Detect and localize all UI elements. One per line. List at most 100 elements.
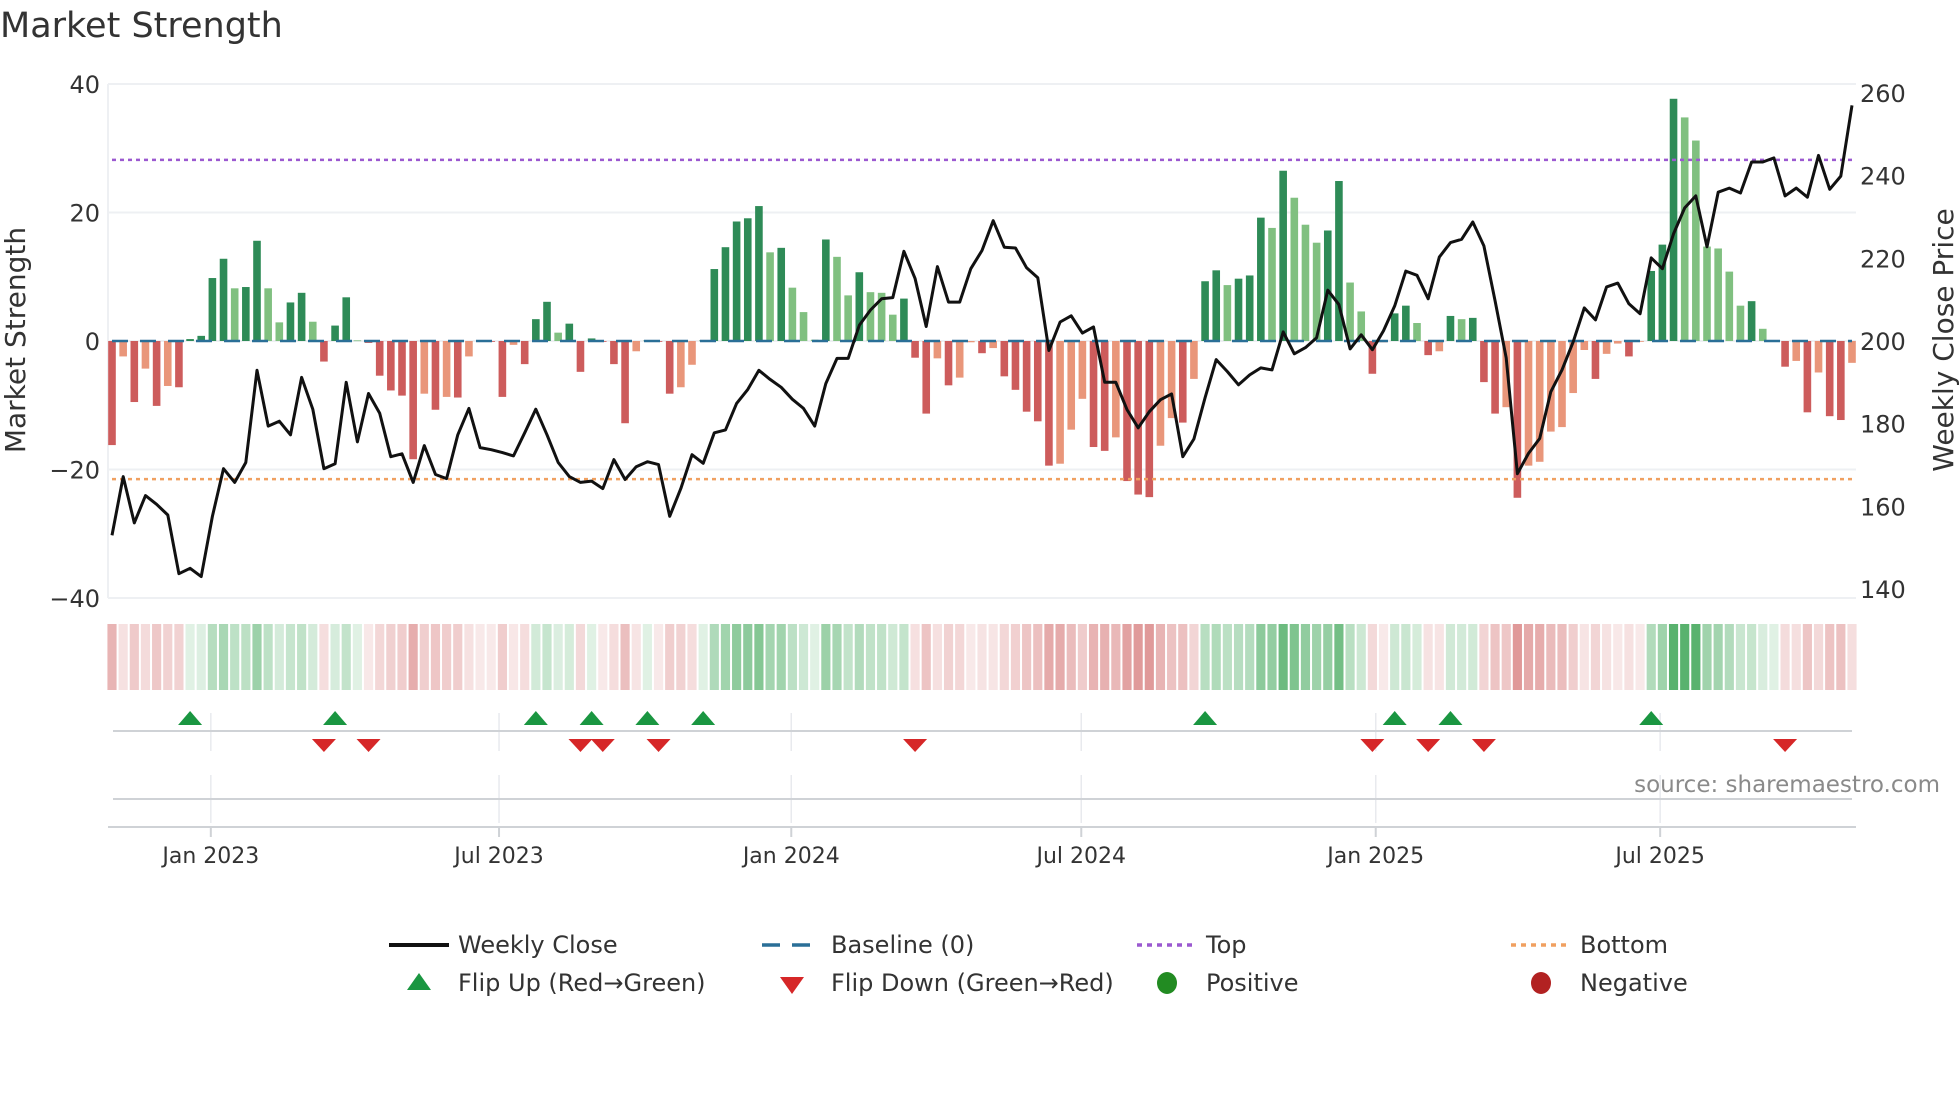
y-tick-label: 20 <box>69 200 100 228</box>
heatmap-cell <box>140 624 151 690</box>
strength-bar <box>108 341 116 446</box>
strength-bar <box>297 292 306 341</box>
strength-bar <box>1703 246 1711 341</box>
strength-bar <box>1089 341 1098 448</box>
strength-bar <box>119 341 127 357</box>
y-axis-title: Market Strength <box>0 227 32 453</box>
heatmap-cell <box>564 624 574 690</box>
strength-bar <box>230 288 239 341</box>
heatmap-cell <box>475 624 485 690</box>
strength-bar <box>1558 341 1566 428</box>
heatmap-cell <box>1512 624 1522 690</box>
strength-bar <box>253 240 261 341</box>
strength-bar <box>1078 341 1087 399</box>
heatmap-cell <box>1278 624 1288 690</box>
heatmap-cell <box>118 624 128 690</box>
strength-bar <box>375 341 384 376</box>
strength-bar <box>1814 341 1823 373</box>
heatmap-cell <box>553 624 563 690</box>
heatmap-cell <box>508 624 519 690</box>
heatmap-cell <box>1222 624 1232 690</box>
strength-bar <box>532 319 540 341</box>
y2-tick-label: 240 <box>1860 163 1906 191</box>
heatmap-cell <box>676 624 686 690</box>
strength-bar <box>1033 341 1042 422</box>
heatmap-cell <box>609 624 619 690</box>
heatmap-cell <box>1122 624 1132 690</box>
heatmap-cell <box>865 624 876 690</box>
y2-tick-label: 220 <box>1860 245 1906 273</box>
strength-bar <box>1245 275 1254 341</box>
heatmap-cell <box>932 624 942 690</box>
heatmap-cell <box>810 624 820 690</box>
heatmap-cell <box>1825 624 1835 690</box>
heatmap-cell <box>1133 624 1143 690</box>
heatmap-cell <box>241 624 251 690</box>
flip-up-marker <box>523 711 548 725</box>
strength-bar <box>1268 227 1276 341</box>
heatmap-cell <box>899 624 909 690</box>
heatmap-cell <box>1010 624 1021 690</box>
y-tick-label: 0 <box>85 328 100 356</box>
heatmap-cell <box>1412 624 1422 690</box>
heatmap-cell <box>1055 624 1065 690</box>
heatmap-cell <box>1100 624 1110 690</box>
heatmap-cell <box>966 624 976 690</box>
heatmap-cell <box>1356 624 1366 690</box>
flip-up-marker <box>178 711 203 725</box>
strength-bar <box>788 287 797 341</box>
strength-bar <box>1524 341 1533 466</box>
strength-bar <box>677 341 685 388</box>
strength-bar <box>1435 341 1444 352</box>
heatmap-cell <box>1044 624 1054 690</box>
flip-up-marker <box>1438 711 1463 725</box>
strength-bar <box>1190 341 1198 379</box>
strength-bar <box>967 341 975 343</box>
heatmap-cell <box>1457 624 1467 690</box>
heatmap-cell <box>1267 624 1277 690</box>
strength-bar <box>565 323 574 341</box>
heatmap-cell <box>1479 624 1489 690</box>
strength-bar <box>866 292 875 341</box>
heatmap-cell <box>1769 624 1779 690</box>
flip-down-marker <box>646 739 671 752</box>
strength-bar <box>152 341 161 406</box>
heatmap-cell <box>1167 624 1177 690</box>
flip-down-marker <box>903 739 928 752</box>
strength-bar <box>743 218 752 341</box>
heatmap-cell <box>1401 624 1411 690</box>
strength-bar <box>1100 341 1109 451</box>
strength-bar <box>186 339 194 341</box>
heatmap-cell <box>1189 624 1199 690</box>
flip-up-marker <box>1193 711 1218 725</box>
strength-bar <box>944 341 953 386</box>
heatmap-cell <box>888 624 898 690</box>
heatmap-cell <box>1802 624 1812 690</box>
heatmap-cell <box>1780 624 1790 690</box>
strength-bar <box>911 341 919 358</box>
strength-bar <box>1747 301 1756 341</box>
heatmap-cell <box>497 624 507 690</box>
strength-bar <box>353 340 362 342</box>
flip-up-marker <box>1382 711 1407 725</box>
strength-bar <box>777 247 786 341</box>
heatmap-cell <box>1423 624 1433 690</box>
strength-bar <box>1714 248 1722 341</box>
strength-bar <box>275 322 284 341</box>
heatmap-cell <box>1702 624 1712 690</box>
heatmap-cell <box>999 624 1009 690</box>
strength-bar <box>1301 224 1310 341</box>
strength-bar <box>431 341 440 410</box>
strength-bar <box>1212 270 1221 341</box>
strength-bar <box>888 314 897 341</box>
market-strength-chart: 40200−20−40260240220200180160140Market S… <box>0 71 1960 869</box>
strength-bar <box>665 341 674 394</box>
strength-bar <box>1201 281 1209 341</box>
flip-down-marker <box>311 739 336 752</box>
strength-bar <box>219 258 228 341</box>
strength-bar <box>1156 341 1165 446</box>
x-tick-label: Jan 2025 <box>1325 844 1424 869</box>
flip-down-marker <box>356 739 381 752</box>
heatmap-cell <box>943 624 954 690</box>
heatmap-cell <box>665 624 675 690</box>
